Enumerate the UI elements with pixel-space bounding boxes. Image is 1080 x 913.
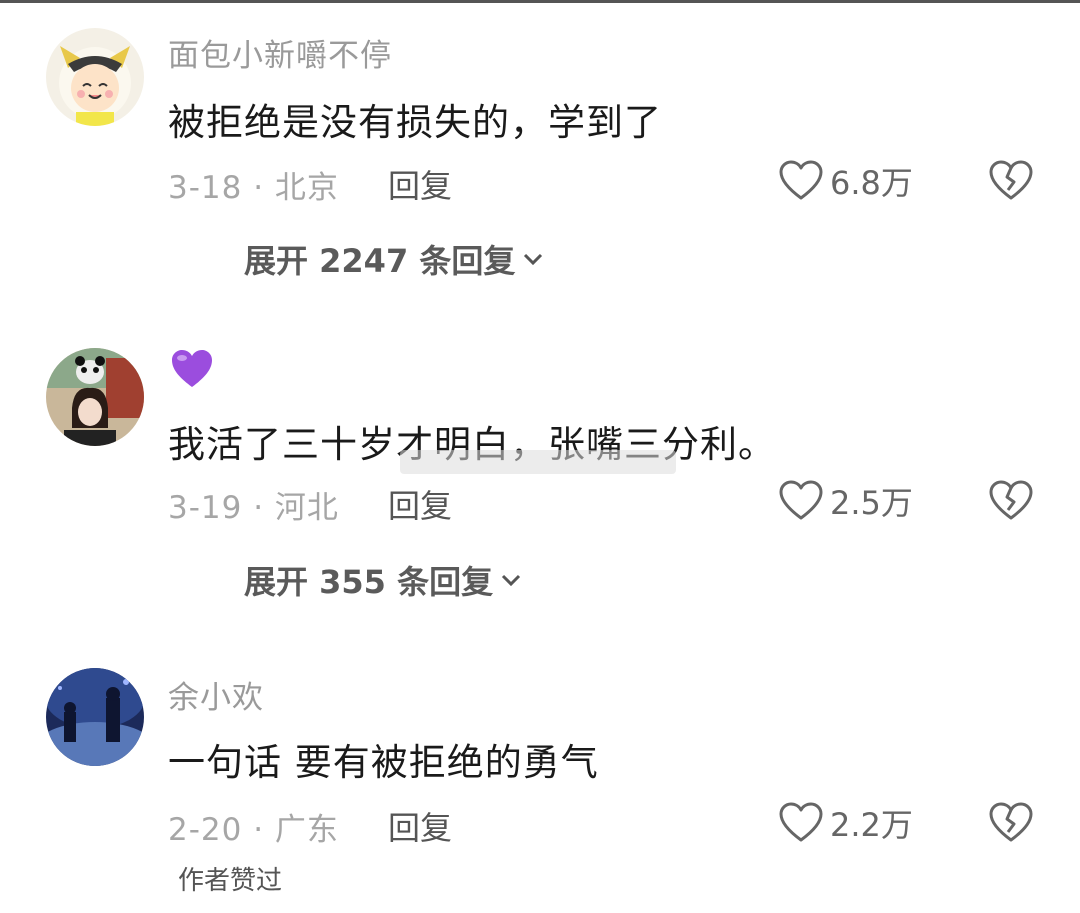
heart-outline-icon — [779, 160, 823, 200]
reply-button[interactable]: 回复 — [388, 161, 452, 207]
dislike-button[interactable] — [988, 480, 1034, 526]
broken-heart-icon — [989, 160, 1033, 200]
heart-outline-icon — [779, 802, 823, 842]
reply-button[interactable]: 回复 — [388, 803, 452, 849]
dislike-button[interactable] — [988, 802, 1034, 848]
top-border — [0, 0, 1080, 3]
expand-replies-button[interactable]: 展开 2247 条回复 — [244, 236, 545, 282]
comment-username[interactable] — [170, 348, 214, 394]
comment-username[interactable]: 面包小新嚼不停 — [168, 30, 392, 75]
comment-text: 被拒绝是没有损失的，学到了 — [168, 101, 662, 144]
broken-heart-icon — [989, 480, 1033, 520]
comment-meta: 2-20 · 广东 — [168, 812, 339, 848]
expand-replies-button[interactable]: 展开 355 条回复 — [244, 557, 523, 603]
expand-replies-label: 展开 355 条回复 — [244, 563, 494, 601]
comment-text: 一句话 要有被拒绝的勇气 — [168, 741, 599, 784]
dislike-button[interactable] — [988, 160, 1034, 206]
avatar[interactable] — [46, 348, 144, 446]
avatar[interactable] — [46, 28, 144, 126]
like-count: 2.2万 — [830, 806, 913, 844]
heart-outline-icon — [779, 480, 823, 520]
like-button[interactable]: 2.2万 — [778, 800, 913, 846]
watermark — [400, 450, 676, 474]
purple-heart-icon — [172, 350, 212, 387]
comment-username[interactable]: 余小欢 — [168, 672, 264, 717]
expand-replies-label: 展开 2247 条回复 — [244, 242, 516, 280]
like-count: 6.8万 — [830, 164, 913, 202]
comment-meta: 3-19 · 河北 — [168, 490, 339, 526]
like-button[interactable]: 2.5万 — [778, 478, 913, 524]
avatar[interactable] — [46, 668, 144, 766]
reply-button[interactable]: 回复 — [388, 481, 452, 527]
chevron-down-icon — [524, 253, 543, 266]
like-button[interactable]: 6.8万 — [778, 158, 913, 204]
like-count: 2.5万 — [830, 484, 913, 522]
chevron-down-icon — [502, 574, 521, 587]
comment-meta: 3-18 · 北京 — [168, 170, 339, 206]
author-liked-badge: 作者赞过 — [178, 866, 283, 896]
broken-heart-icon — [989, 802, 1033, 842]
